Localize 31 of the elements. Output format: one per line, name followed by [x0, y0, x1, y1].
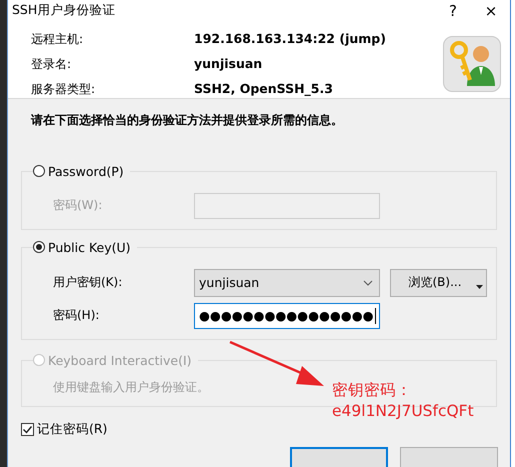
window-title: SSH用户身份验证 [12, 2, 116, 20]
checkbox-icon [21, 423, 34, 436]
password-field[interactable]: ●●●●●●●●●●●●●●●● [194, 302, 380, 329]
field-label: 用户密钥(K): [53, 274, 124, 292]
field-label: 密码(W): [53, 197, 104, 214]
user-key-dropdown[interactable]: yunjisuan [194, 268, 380, 297]
auth-method-radio[interactable]: Password(P) [33, 164, 124, 179]
info-label: 远程主机: [31, 31, 84, 48]
annotation-text: e49l1N2J7USfcQFt [332, 401, 474, 422]
auth-method-radio[interactable]: Public Key(U) [33, 240, 131, 255]
info-value: SSH2, OpenSSH_5.3 [194, 81, 334, 98]
browse-button[interactable]: 浏览(B)... [390, 268, 487, 297]
info-label: 登录名: [31, 56, 72, 74]
dialog-button[interactable] [400, 447, 498, 467]
info-value: yunjisuan [194, 56, 264, 74]
chevron-icon [363, 280, 373, 286]
radio-icon [33, 241, 45, 254]
caret-icon [476, 284, 483, 289]
instruction-text: 请在下面选择恰当的身份验证方法并提供登录所需的信息。 [30, 112, 344, 130]
remember-password-checkbox[interactable]: 记住密码(R) [21, 421, 510, 438]
field-label: 密码(H): [53, 307, 100, 324]
info-value: 192.168.163.134:22 (jump) [194, 31, 387, 48]
key-user-icon [443, 36, 501, 92]
dialog-button[interactable] [290, 447, 388, 467]
radio-icon [33, 165, 45, 178]
info-label: 服务器类型: [31, 81, 96, 98]
annotation-text: 密钥密码： [332, 380, 413, 401]
radio-icon [33, 354, 45, 366]
close-button[interactable]: × [472, 2, 510, 20]
method-description: 使用键盘输入用户身份验证。 [53, 378, 209, 396]
help-button[interactable]: ? [434, 2, 472, 20]
